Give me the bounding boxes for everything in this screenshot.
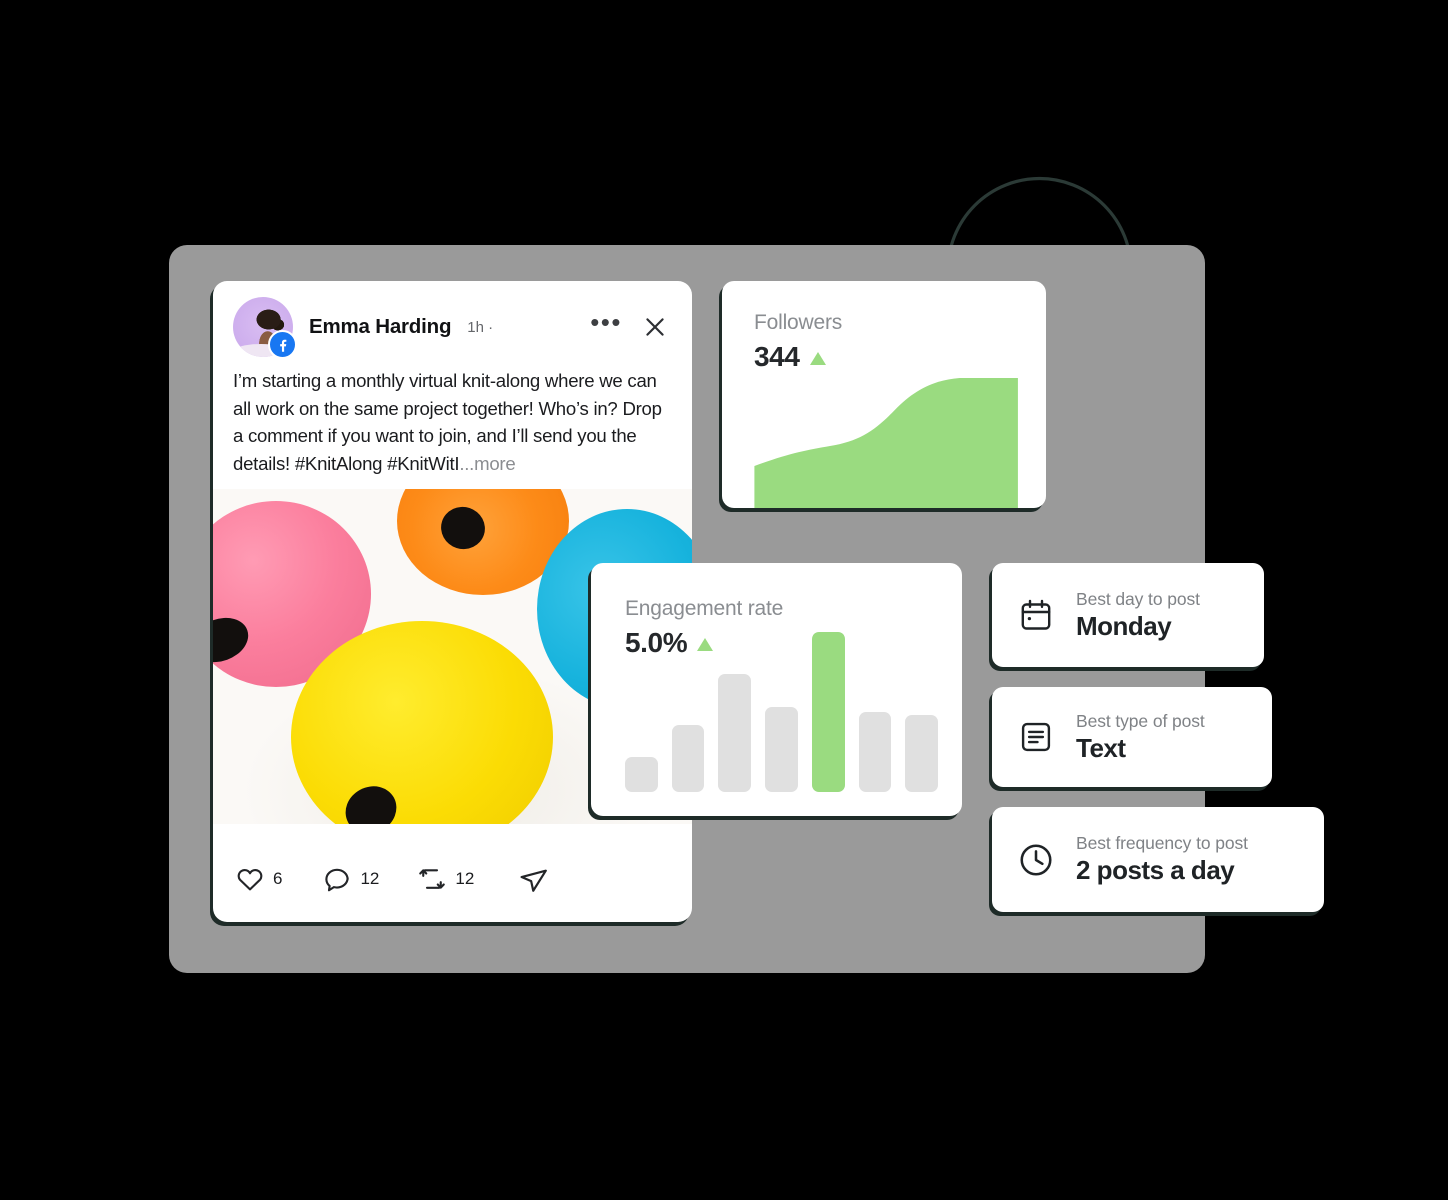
engagement-bar [811,632,845,792]
insight-texts: Best frequency to post 2 posts a day [1076,833,1248,886]
insight-label: Best frequency to post [1076,833,1248,853]
engagement-rate-card: Engagement rate 5.0% [591,563,962,816]
clock-icon [1014,838,1058,882]
engagement-bar [858,712,892,792]
like-count: 6 [273,869,283,888]
document-icon [1014,715,1058,759]
comment-icon [325,868,350,892]
post-actions: 6 12 12 [213,824,692,914]
screen-root: Emma Harding 1h · ••• I’m starting a mon… [0,0,1448,1200]
engagement-bar [625,756,658,792]
insight-texts: Best day to post Monday [1076,589,1200,642]
post-timestamp: 1h · [467,318,494,336]
repost-button[interactable]: 12 [417,864,474,894]
engagement-bar [671,724,705,792]
insight-card-best-day[interactable]: Best day to post Monday [992,563,1264,667]
repost-icon [419,869,446,889]
engagement-bar-chart [625,632,939,792]
insight-label: Best day to post [1076,588,1200,609]
insight-value: Text [1076,732,1126,763]
post-header: Emma Harding 1h · ••• [213,281,692,359]
engagement-bar [718,673,752,792]
insight-card-best-type[interactable]: Best type of post Text [992,687,1272,787]
post-menu-button[interactable]: ••• [584,309,628,339]
post-more-link[interactable]: ...more [459,453,515,474]
insight-value: 2 posts a day [1076,855,1235,885]
engagement-label: Engagement rate [625,597,784,620]
insight-value: Monday [1076,610,1172,641]
share-icon [520,869,548,892]
insight-card-best-frequency[interactable]: Best frequency to post 2 posts a day [992,807,1324,912]
close-icon[interactable] [640,312,670,342]
like-button[interactable]: 6 [235,864,282,894]
post-body: I’m starting a monthly virtual knit-alon… [213,359,692,477]
calendar-icon [1014,593,1058,637]
insight-label: Best type of post [1076,710,1205,731]
insight-texts: Best type of post Text [1076,711,1205,764]
post-body-text: I’m starting a monthly virtual knit-alon… [233,370,662,474]
engagement-bar [905,715,939,792]
followers-area-chart [722,358,1046,508]
repost-count: 12 [455,869,475,888]
comment-button[interactable]: 12 [322,864,379,894]
followers-card: Followers 344 [722,281,1046,508]
heart-icon [237,869,263,891]
engagement-bar [765,707,798,792]
share-button[interactable] [518,864,549,895]
followers-label: Followers [754,311,843,334]
post-author-name: Emma Harding [309,315,452,338]
comment-count: 12 [360,869,380,888]
facebook-icon [268,330,297,359]
avatar[interactable] [233,297,297,359]
